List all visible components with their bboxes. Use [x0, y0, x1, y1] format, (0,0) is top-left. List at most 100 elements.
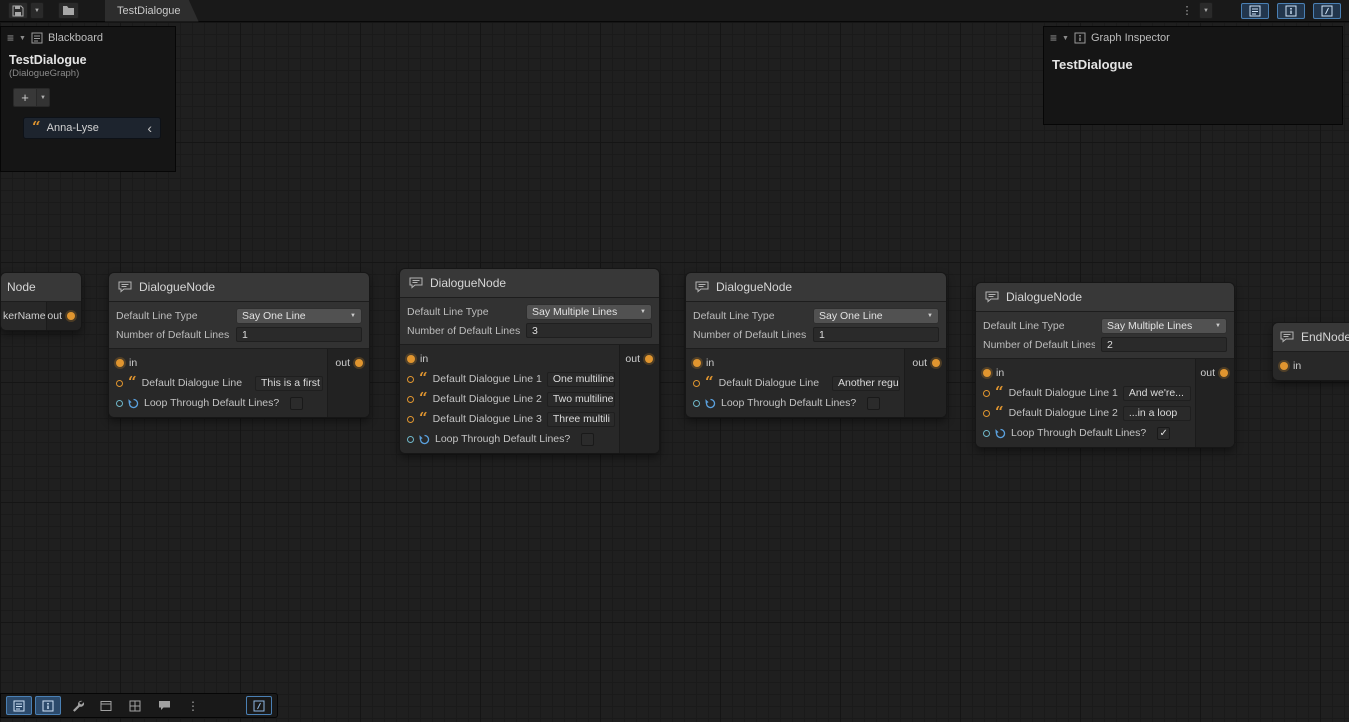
out-port[interactable] [67, 312, 75, 320]
dialogue-line-port[interactable] [407, 396, 414, 403]
graph-canvas[interactable]: Node kerName out DialogueNode Default [0, 22, 1349, 722]
in-port-label: in [420, 353, 428, 365]
dialogue-line-port[interactable] [116, 380, 123, 387]
count-field[interactable]: 3 [526, 323, 652, 338]
line-value-field[interactable]: This is a first [255, 376, 323, 391]
exposed-property-anna-lyse[interactable]: “ Anna-Lyse ‹ [23, 117, 161, 139]
prop-label: Number of Default Lines [407, 325, 520, 337]
dialogue-preview-button[interactable] [151, 696, 177, 715]
settings-wrench-button[interactable] [64, 696, 90, 715]
count-field[interactable]: 1 [236, 327, 362, 342]
window-button[interactable] [93, 696, 119, 715]
dropdown-value: Say One Line [242, 310, 346, 322]
line-type-dropdown[interactable]: Say One Line ▼ [236, 308, 362, 324]
line-value-field[interactable]: One multiline [547, 372, 615, 387]
graph-tab[interactable]: TestDialogue [105, 0, 199, 22]
dialogue-line-port[interactable] [983, 410, 990, 417]
dialogue-line-port[interactable] [693, 380, 700, 387]
count-field[interactable]: 1 [813, 327, 939, 342]
in-port[interactable] [693, 359, 701, 367]
out-port-label: out [625, 353, 640, 365]
line-type-dropdown[interactable]: Say Multiple Lines ▼ [526, 304, 652, 320]
dialogue-line-port[interactable] [407, 416, 414, 423]
node-header[interactable]: Node [1, 273, 81, 302]
loop-checkbox[interactable] [290, 397, 303, 410]
chevron-left-icon[interactable]: ‹ [147, 123, 152, 133]
loop-port[interactable] [116, 400, 123, 407]
line-value-field[interactable]: Three multili [547, 412, 615, 427]
out-port[interactable] [932, 359, 940, 367]
loop-checkbox[interactable] [867, 397, 880, 410]
speech-bubble-icon [158, 700, 171, 711]
line-value-field[interactable]: ...in a loop [1123, 406, 1191, 421]
grid-panel-button[interactable] [122, 696, 148, 715]
in-port-label: in [996, 367, 1004, 379]
prop-label: Default Line Type [116, 310, 230, 322]
blackboard-header[interactable]: ≡ ▼ Blackboard [1, 27, 175, 49]
more-options-dropdown[interactable]: ▼ [1199, 2, 1213, 19]
loop-port[interactable] [693, 400, 700, 407]
node-header[interactable]: DialogueNode [976, 283, 1234, 312]
count-field[interactable]: 2 [1101, 337, 1227, 352]
node-title: DialogueNode [430, 276, 506, 290]
line-value-field[interactable]: Two multiline [547, 392, 615, 407]
in-port[interactable] [116, 359, 124, 367]
line-type-dropdown[interactable]: Say Multiple Lines ▼ [1101, 318, 1227, 334]
code-panel-button[interactable] [246, 696, 272, 715]
node-header[interactable]: DialogueNode [400, 269, 659, 298]
loop-port[interactable] [407, 436, 414, 443]
kebab-menu-icon: ⋮ [187, 699, 199, 713]
loop-checkbox[interactable]: ✓ [1157, 427, 1170, 440]
in-port[interactable] [983, 369, 991, 377]
line-value-field[interactable]: And we're... [1123, 386, 1191, 401]
out-port[interactable] [645, 355, 653, 363]
hamburger-menu-icon[interactable]: ≡ [1050, 33, 1057, 43]
node-header[interactable]: DialogueNode [686, 273, 946, 302]
line-type-dropdown[interactable]: Say One Line ▼ [813, 308, 939, 324]
dialogue-node-4[interactable]: DialogueNode Default Line Type Say Multi… [975, 282, 1235, 448]
in-port[interactable] [1280, 362, 1288, 370]
out-port[interactable] [1220, 369, 1228, 377]
save-button[interactable] [8, 2, 28, 19]
add-property-button[interactable]: + [13, 88, 37, 107]
bottom-toolbar: ⋮ [0, 693, 278, 718]
toggle-blackboard-button[interactable] [1241, 3, 1269, 19]
graph-inspector-header[interactable]: ≡ ▼ Graph Inspector [1044, 27, 1342, 49]
line-value-field[interactable]: Another regu [832, 376, 900, 391]
dialogue-node-3[interactable]: DialogueNode Default Line Type Say One L… [685, 272, 947, 418]
window-icon [100, 700, 112, 712]
toggle-inspector-button[interactable] [1277, 3, 1305, 19]
in-port-label: in [706, 357, 714, 369]
loop-checkbox[interactable] [581, 433, 594, 446]
add-property-dropdown[interactable]: ▼ [37, 88, 50, 107]
loop-port[interactable] [983, 430, 990, 437]
loop-icon [995, 428, 1006, 439]
in-port[interactable] [407, 355, 415, 363]
property-name: Anna-Lyse [47, 122, 99, 134]
node-title: Node [7, 280, 36, 294]
node-header[interactable]: DialogueNode [109, 273, 369, 302]
blackboard-toggle-button[interactable] [6, 696, 32, 715]
open-folder-button[interactable] [58, 2, 79, 19]
out-port[interactable] [355, 359, 363, 367]
speaker-node-partial[interactable]: Node kerName out [0, 272, 82, 331]
prop-label: Number of Default Lines [983, 339, 1095, 351]
hamburger-menu-icon[interactable]: ≡ [7, 33, 14, 43]
dialogue-line-port[interactable] [983, 390, 990, 397]
more-options-button[interactable]: ⋮ [1177, 2, 1197, 19]
out-port-label: out [912, 357, 927, 369]
dialogue-node-1[interactable]: DialogueNode Default Line Type Say One L… [108, 272, 370, 418]
inspector-toggle-button[interactable] [35, 696, 61, 715]
dialogue-node-2[interactable]: DialogueNode Default Line Type Say Multi… [399, 268, 660, 454]
more-options-button[interactable]: ⋮ [180, 696, 206, 715]
inspector-icon [1074, 32, 1086, 44]
toggle-minimap-button[interactable] [1313, 3, 1341, 19]
dialogue-line-port[interactable] [407, 376, 414, 383]
save-dropdown-button[interactable]: ▼ [30, 2, 44, 19]
end-node[interactable]: EndNode in [1272, 322, 1349, 381]
collapse-arrow-icon[interactable]: ▼ [1062, 35, 1069, 42]
quote-icon: “ [32, 124, 41, 133]
collapse-arrow-icon[interactable]: ▼ [19, 35, 26, 42]
prop-label: Default Line Type [407, 306, 520, 318]
node-header[interactable]: EndNode [1273, 323, 1349, 352]
